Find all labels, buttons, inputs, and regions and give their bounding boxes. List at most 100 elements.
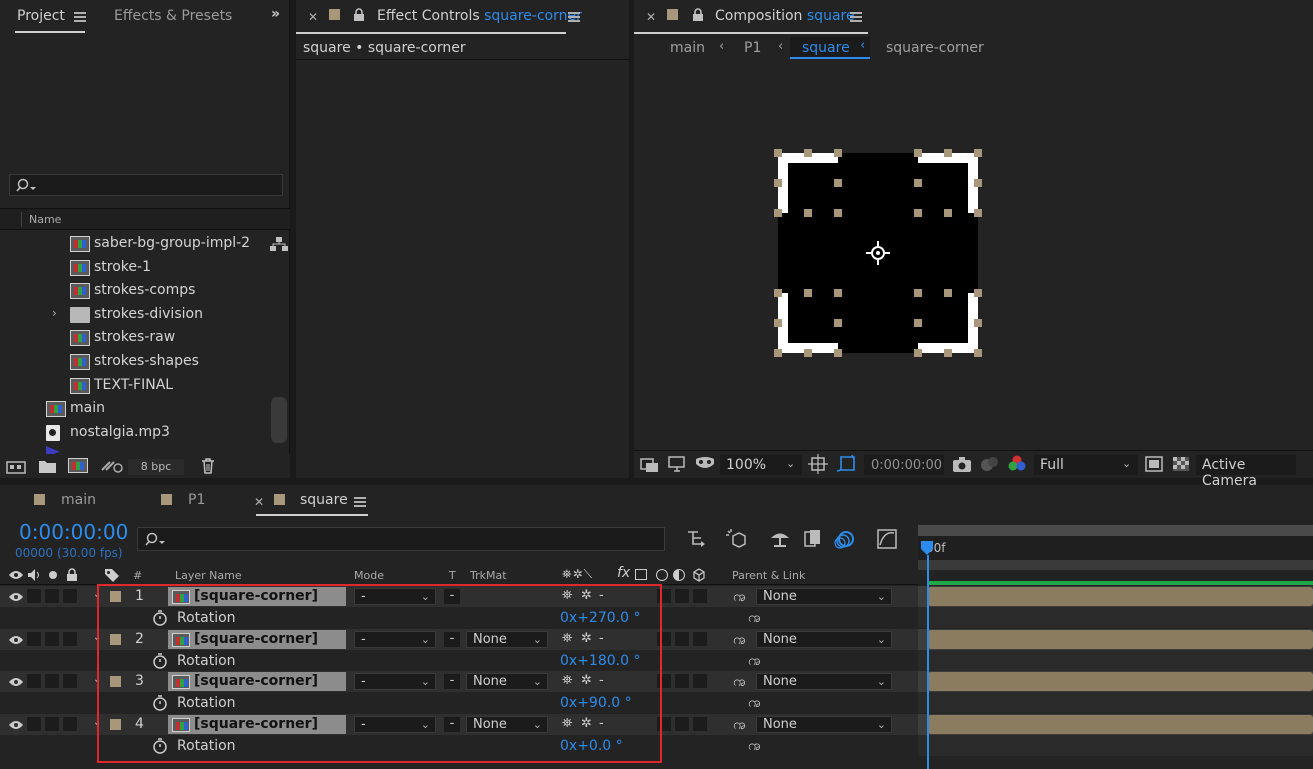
project-item[interactable]: TEXT-FINAL [0,374,268,398]
lock-icon[interactable] [66,568,78,582]
mode-column-label[interactable]: Mode [354,569,384,582]
pickwhip-icon[interactable]: ꩠ [733,715,746,736]
composition-menu-icon[interactable] [850,12,862,22]
transform-handle[interactable] [944,149,952,157]
pickwhip-icon[interactable]: ꩠ [748,651,761,672]
anchor-point-icon[interactable] [865,240,891,266]
tab-p1[interactable]: P1 [188,492,205,508]
breadcrumb-p1[interactable]: P1 [744,40,761,56]
solo-switch[interactable] [45,631,59,646]
solo-switch[interactable] [45,674,59,689]
3d-switch[interactable] [693,589,707,603]
interpret-footage-icon[interactable] [6,459,28,475]
motion-blur-switch-icon[interactable] [656,569,668,581]
transform-handle[interactable] [974,179,982,187]
trash-icon[interactable] [199,457,217,475]
panel-overflow-icon[interactable]: » [271,6,280,22]
camera-icon[interactable] [952,456,974,474]
transparency-grid-icon[interactable] [1172,456,1192,474]
fx-icon[interactable]: fx [617,565,630,581]
eye-icon[interactable] [8,676,24,688]
grid-guide-icon[interactable] [808,454,830,474]
comp-viewport[interactable] [634,64,1313,450]
transform-handle[interactable] [804,209,812,217]
audio-switch[interactable] [27,674,41,689]
transform-handle[interactable] [914,179,922,187]
timeline-menu-icon[interactable] [354,497,366,507]
corner-shape-top-left[interactable] [778,153,838,213]
timeline-search-input[interactable] [137,527,665,551]
flowchart-icon[interactable] [269,236,291,252]
name-column-label[interactable]: Name [29,213,61,226]
transform-handle[interactable] [974,349,982,357]
transform-handle[interactable] [834,179,842,187]
transform-handle[interactable] [944,209,952,217]
pickwhip-icon[interactable]: ꩠ [748,608,761,629]
camera-view-dropdown[interactable]: Active Camera [1196,455,1296,489]
corner-shape-bottom-left[interactable] [778,293,838,353]
layer-duration-bar[interactable] [928,587,1313,606]
tab-effects-presets[interactable]: Effects & Presets [114,8,232,24]
audio-icon[interactable] [27,568,41,582]
work-area-bar[interactable] [918,525,1313,536]
transform-handle[interactable] [914,349,922,357]
eye-icon[interactable] [8,569,24,581]
composition-flowchart-icon[interactable] [686,528,710,550]
breadcrumb-square-corner[interactable]: square-corner [886,40,984,56]
frame-blend-switch-icon[interactable] [635,569,647,580]
breadcrumb-active[interactable]: square ‹ [790,37,870,59]
pickwhip-icon[interactable]: ꩠ [748,736,761,757]
solo-icon[interactable] [49,571,57,579]
transform-handle[interactable] [974,319,982,327]
transform-handle[interactable] [914,209,922,217]
graph-editor-icon[interactable] [876,528,900,550]
3d-switch[interactable] [693,716,707,731]
project-item[interactable]: strokes-comps [0,279,268,303]
project-item[interactable]: main [0,397,268,421]
project-item[interactable]: strokes-shapes [0,350,268,374]
3d-switch[interactable] [693,674,707,689]
close-icon[interactable]: ✕ [308,10,318,24]
transform-handle[interactable] [834,349,842,357]
adjustment-switch[interactable] [675,589,689,603]
layer-duration-bar[interactable] [928,629,1313,649]
resolution-dropdown[interactable]: Full ⌄ [1034,455,1138,475]
pickwhip-icon[interactable]: ꩠ [733,587,746,608]
close-icon[interactable]: ✕ [254,495,264,509]
zoom-dropdown[interactable]: 100% ⌄ [720,455,802,475]
trkmat-column-label[interactable]: TrkMat [470,569,507,582]
transform-handle[interactable] [914,149,922,157]
transform-handle[interactable] [834,289,842,297]
parent-dropdown[interactable]: None ⌄ [756,673,892,691]
transform-handle[interactable] [944,289,952,297]
label-icon[interactable] [104,568,120,582]
breadcrumb-square[interactable]: square [802,40,850,56]
transform-handle[interactable] [774,289,782,297]
transform-handle[interactable] [944,349,952,357]
adjustment-layer-icon[interactable] [673,569,685,581]
draft-3d-icon[interactable] [725,528,749,550]
transform-handle[interactable] [974,289,982,297]
new-composition-icon[interactable] [68,458,88,473]
transform-handle[interactable] [774,179,782,187]
playhead-line[interactable] [927,555,929,769]
effect-controls-menu-icon[interactable] [568,12,580,22]
lock-switch[interactable] [63,716,77,731]
frame-blending-icon[interactable] [802,528,826,550]
transform-handle[interactable] [834,149,842,157]
mask-visibility-icon[interactable] [694,455,716,473]
pickwhip-icon[interactable]: ꩠ [733,630,746,651]
region-of-interest-icon[interactable] [836,454,858,474]
shy-layers-icon[interactable] [768,528,792,550]
fast-previews-icon[interactable] [1145,456,1165,474]
eye-icon[interactable] [8,634,24,646]
eye-icon[interactable] [8,591,24,603]
layer-duration-bar[interactable] [928,714,1313,734]
transform-handle[interactable] [804,289,812,297]
layer-duration-bar[interactable] [928,672,1313,692]
adjustment-switch[interactable] [675,716,689,731]
project-item[interactable]: › strokes-division [0,303,268,327]
project-menu-icon[interactable] [74,12,86,22]
project-item[interactable]: nostalgia.mp3 [0,421,268,445]
project-item[interactable]: strokes-raw [0,326,268,350]
